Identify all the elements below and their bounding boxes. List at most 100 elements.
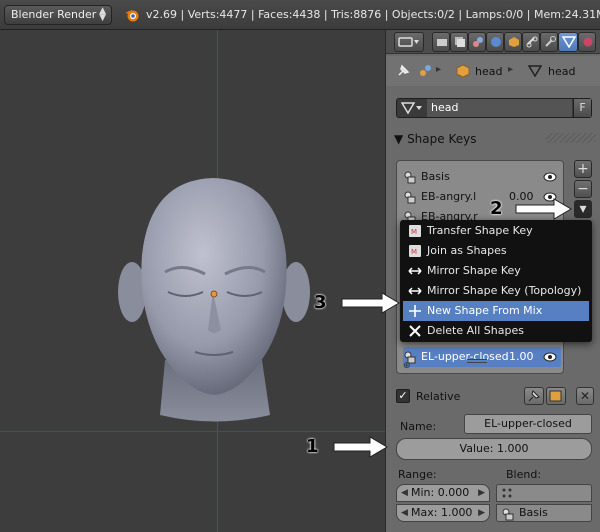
edit-mode-icon: [549, 390, 562, 402]
range-label: Range:: [398, 468, 437, 481]
remove-shape-key-button[interactable]: −: [574, 180, 592, 198]
shape-key-name: Basis: [421, 170, 450, 183]
render-engine-dropdown[interactable]: Blender Render ▲ ▼: [4, 5, 112, 25]
render-engine-label: Blender Render: [11, 8, 97, 21]
shape-key-specials-menu: M Transfer Shape Key M Join as Shapes Mi…: [400, 220, 592, 342]
editor-type-icon: [398, 37, 419, 47]
eye-icon[interactable]: [543, 172, 557, 182]
relative-key-value: Basis: [519, 506, 548, 519]
scene-tab[interactable]: [468, 32, 486, 52]
menu-item-mirror-shape-key-topology[interactable]: Mirror Shape Key (Topology): [403, 281, 589, 301]
menu-item-label: Mirror Shape Key: [427, 264, 521, 277]
svg-text:M: M: [411, 228, 417, 236]
material-icon: [583, 37, 593, 47]
mesh-triangle-icon: [562, 36, 576, 48]
shape-key-icon: [404, 191, 416, 204]
world-icon: [491, 37, 501, 47]
render-tab[interactable]: [432, 32, 450, 52]
value-slider[interactable]: Value: 1.000: [396, 438, 592, 460]
shape-key-icon: [502, 508, 514, 521]
list-item-selected[interactable]: EL-upper-closed 1.00: [403, 347, 561, 367]
shape-key-pin-button[interactable]: [524, 387, 544, 405]
shape-keys-title: Shape Keys: [407, 132, 477, 146]
menu-item-label: Mirror Shape Key (Topology): [427, 284, 582, 297]
eye-icon[interactable]: [543, 352, 557, 362]
mesh-triangle-icon[interactable]: [401, 101, 423, 115]
relative-key-field[interactable]: Basis: [496, 504, 592, 522]
scene-stats: v2.69 | Verts:4477 | Faces:4438 | Tris:8…: [146, 8, 600, 21]
min-field[interactable]: ◀ Min: 0.000 ▶: [396, 484, 490, 502]
menu-item-new-shape-from-mix[interactable]: New Shape From Mix: [403, 301, 589, 321]
menu-item-label: Delete All Shapes: [427, 324, 524, 337]
add-shape-key-button[interactable]: +: [574, 160, 592, 178]
breadcrumb: ▸ head ▸ head: [386, 56, 600, 86]
mirror-arrows-icon: [408, 287, 422, 295]
increment-arrow-icon[interactable]: ▶: [478, 505, 485, 521]
shape-key-edit-mode-button[interactable]: [546, 387, 566, 405]
fake-user-button[interactable]: F: [573, 99, 591, 117]
collapse-triangle-icon: ▼: [394, 132, 404, 146]
shape-key-icon: [404, 171, 416, 184]
svg-text:M: M: [411, 248, 417, 256]
max-value: Max: 1.000: [411, 506, 473, 519]
callout-arrow-icon: [333, 436, 388, 458]
mesh-triangle-icon: [528, 65, 542, 77]
relative-checkbox[interactable]: ✓: [396, 389, 410, 403]
vertex-group-icon: [502, 488, 512, 498]
x-icon: [409, 325, 421, 337]
callout-arrow-icon: [515, 198, 572, 220]
decrement-arrow-icon[interactable]: ◀: [401, 485, 408, 501]
modifiers-tab[interactable]: [540, 32, 558, 52]
panel-drag-grip[interactable]: [546, 133, 596, 143]
shape-key-name: EL-upper-closed: [421, 350, 509, 363]
scene-icon: [473, 37, 483, 47]
editor-type-button[interactable]: [394, 32, 424, 52]
camera-icon: [437, 39, 447, 46]
breadcrumb-object: head: [475, 65, 503, 78]
menu-item-delete-all-shapes[interactable]: Delete All Shapes: [403, 321, 589, 341]
vertex-group-field[interactable]: [496, 484, 592, 502]
shape-key-specials-button[interactable]: ▾: [574, 200, 592, 218]
menu-item-transfer-shape-key[interactable]: M Transfer Shape Key: [403, 221, 589, 241]
clear-weights-button[interactable]: ✕: [576, 387, 594, 405]
shape-key-value[interactable]: 1.00: [509, 350, 534, 363]
blend-label: Blend:: [506, 468, 542, 481]
shape-keys-panel-header[interactable]: ▼ Shape Keys: [394, 132, 476, 146]
cube-icon: [456, 64, 470, 78]
mesh-datablock-field[interactable]: head F: [396, 98, 592, 118]
breadcrumb-separator: ▸: [436, 64, 442, 75]
menu-item-label: New Shape From Mix: [427, 304, 543, 317]
list-filter-toggle-icon[interactable]: ⊕: [403, 361, 411, 371]
mesh-data-icon: M: [409, 225, 421, 237]
decrement-arrow-icon[interactable]: ◀: [401, 505, 408, 521]
material-tab[interactable]: [578, 32, 596, 52]
chain-link-icon: [526, 36, 538, 48]
layers-tab[interactable]: [450, 32, 468, 52]
head-mesh[interactable]: [0, 30, 385, 532]
list-resize-handle[interactable]: [467, 359, 487, 363]
callout-number-3: 3: [314, 292, 327, 313]
min-value: Min: 0.000: [411, 486, 470, 499]
3d-viewport[interactable]: [0, 30, 385, 532]
mesh-data-tab[interactable]: [558, 32, 578, 52]
blender-logo-icon: [125, 10, 139, 22]
object-tab[interactable]: [504, 32, 522, 52]
shape-key-name-input[interactable]: EL-upper-closed: [464, 414, 592, 434]
menu-item-mirror-shape-key[interactable]: Mirror Shape Key: [403, 261, 589, 281]
breadcrumb-separator: ▸: [508, 64, 514, 75]
mesh-data-icon: M: [409, 245, 421, 257]
x-icon: ✕: [579, 389, 591, 403]
cube-icon: [509, 37, 519, 47]
shape-key-name: EB-angry.l: [421, 190, 477, 203]
world-tab[interactable]: [486, 32, 504, 52]
breadcrumb-mesh: head: [548, 65, 576, 78]
constraints-tab[interactable]: [522, 32, 540, 52]
mesh-name-input[interactable]: head: [427, 99, 572, 117]
pin-icon[interactable]: [396, 64, 410, 78]
increment-arrow-icon[interactable]: ▶: [478, 485, 485, 501]
callout-arrow-icon: [341, 292, 400, 314]
name-label: Name:: [400, 420, 437, 433]
list-item[interactable]: Basis: [403, 167, 561, 187]
max-field[interactable]: ◀ Max: 1.000 ▶: [396, 504, 490, 522]
menu-item-join-as-shapes[interactable]: M Join as Shapes: [403, 241, 589, 261]
